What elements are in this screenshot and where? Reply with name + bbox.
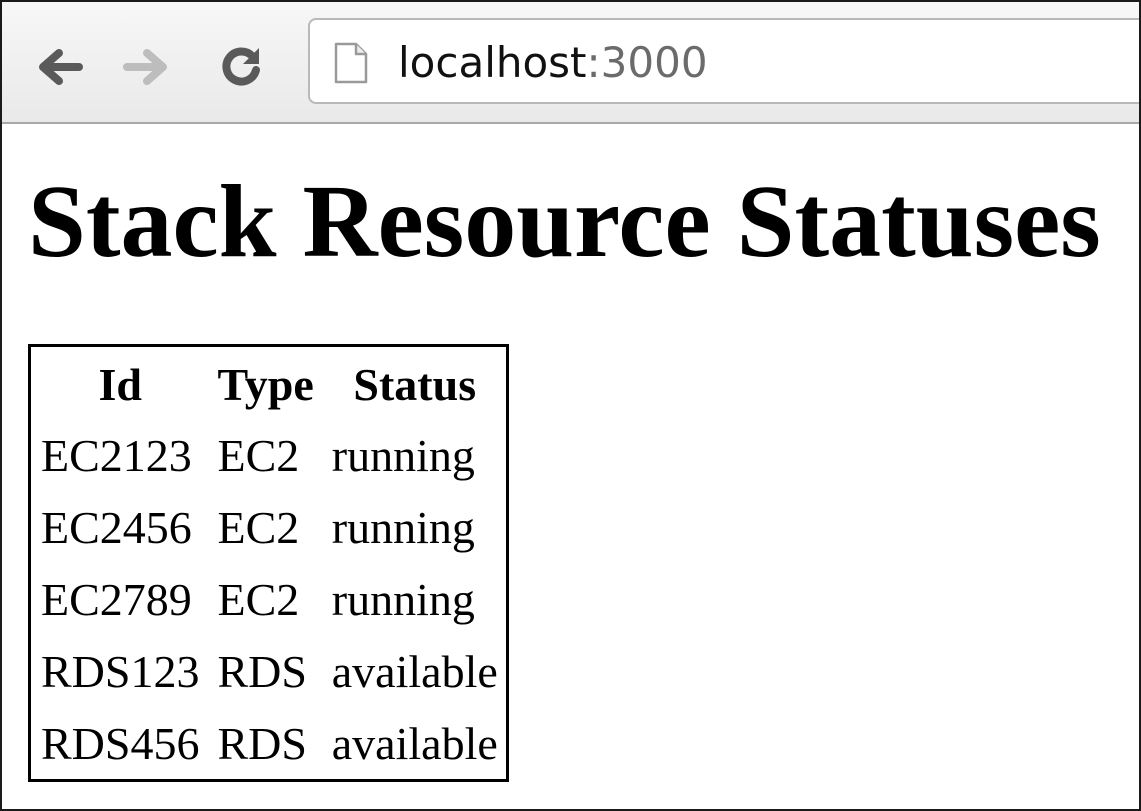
column-header-status: Status — [353, 358, 477, 410]
address-bar[interactable]: localhost:3000 — [308, 18, 1139, 104]
table-header-row: Id Type Status — [31, 347, 506, 419]
page-content: Stack Resource Statuses Id Type Status E… — [2, 124, 1139, 809]
table-row: RDS456 RDS available — [31, 707, 506, 779]
browser-toolbar: localhost:3000 — [2, 2, 1139, 124]
back-button[interactable] — [32, 40, 86, 94]
column-header-id: Id — [98, 358, 142, 410]
browser-window: localhost:3000 Stack Resource Statuses I… — [0, 0, 1141, 811]
table-row: EC2789 EC2 running — [31, 563, 506, 635]
reload-icon — [222, 47, 260, 86]
reload-button[interactable] — [214, 40, 268, 94]
cell-id: EC2123 — [41, 429, 192, 481]
cell-status: available — [331, 645, 498, 697]
cell-type: RDS — [217, 645, 307, 697]
url-port: :3000 — [586, 38, 708, 87]
cell-id: RDS456 — [41, 717, 200, 769]
forward-button[interactable] — [120, 40, 174, 94]
resource-status-table: Id Type Status EC2123 EC2 running EC2456… — [28, 344, 509, 782]
cell-type: EC2 — [217, 501, 300, 553]
cell-status: available — [331, 717, 498, 769]
url-text[interactable]: localhost:3000 — [398, 38, 708, 88]
cell-id: EC2789 — [41, 573, 192, 625]
arrow-right-icon — [123, 49, 167, 85]
table-row: EC2456 EC2 running — [31, 491, 506, 563]
cell-type: EC2 — [217, 429, 300, 481]
cell-type: EC2 — [217, 573, 300, 625]
table-row: EC2123 EC2 running — [31, 419, 506, 491]
cell-status: running — [331, 429, 475, 481]
column-header-type: Type — [217, 358, 314, 410]
cell-type: RDS — [217, 717, 307, 769]
page-icon — [334, 42, 368, 84]
cell-status: running — [331, 501, 475, 553]
cell-status: running — [331, 573, 475, 625]
cell-id: RDS123 — [41, 645, 200, 697]
arrow-left-icon — [39, 49, 83, 85]
page-title: Stack Resource Statuses — [28, 164, 1101, 279]
cell-id: EC2456 — [41, 501, 192, 553]
url-host: localhost — [398, 38, 587, 87]
table-row: RDS123 RDS available — [31, 635, 506, 707]
